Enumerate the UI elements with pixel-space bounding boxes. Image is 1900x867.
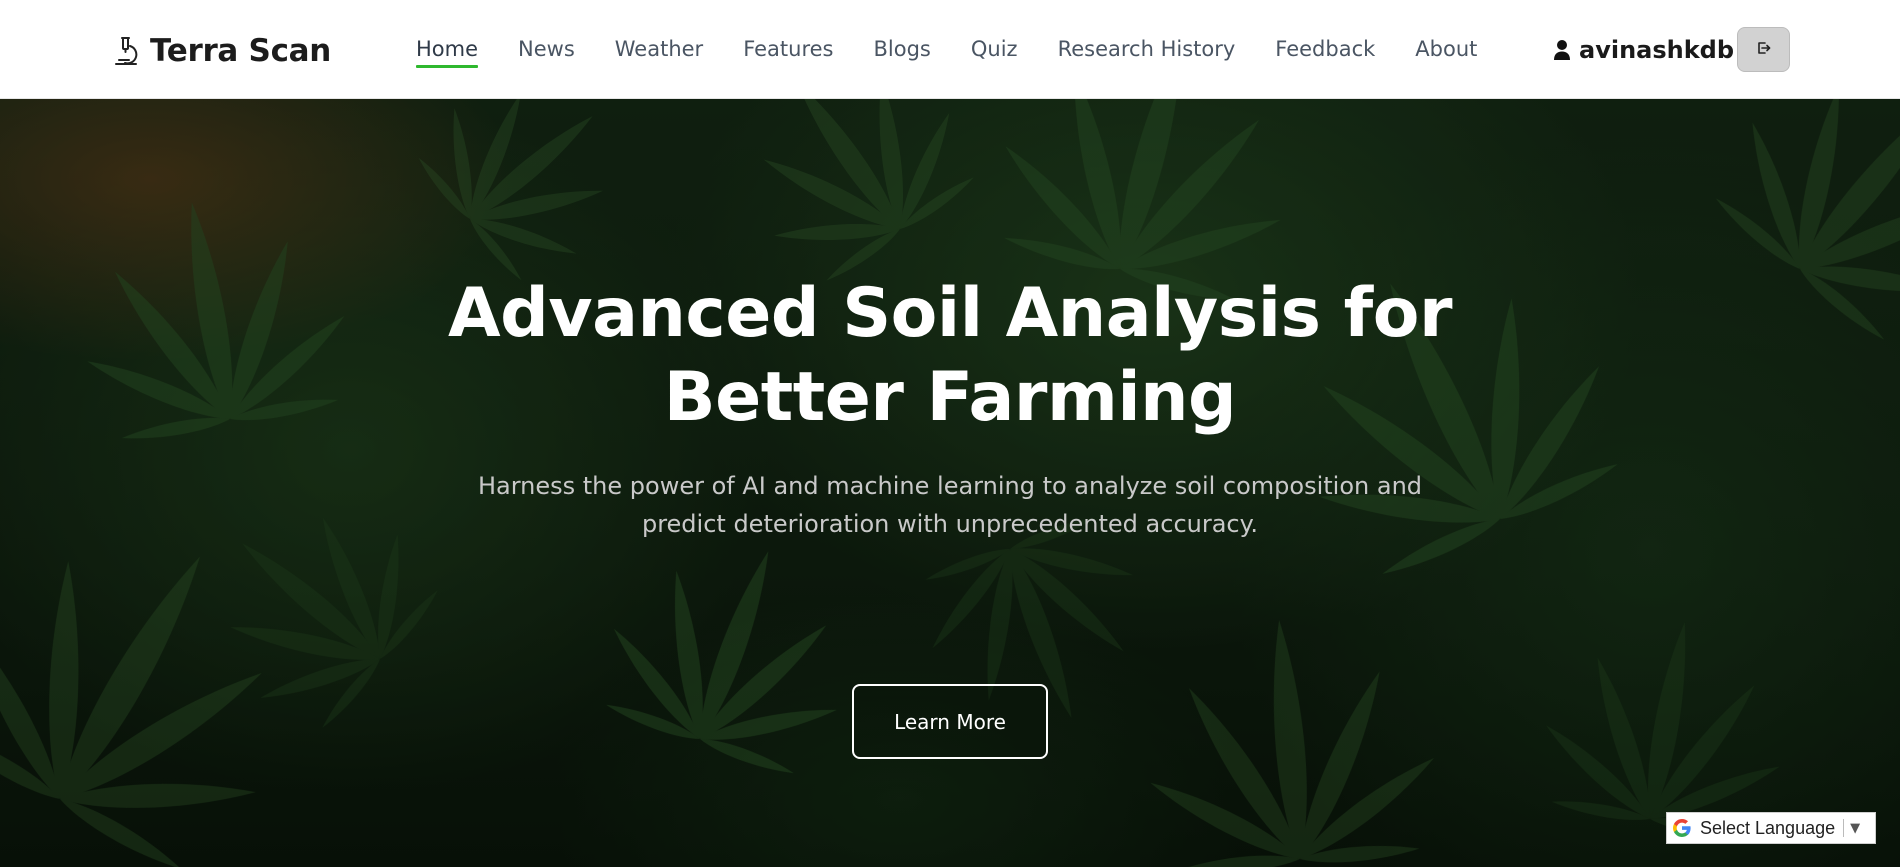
nav-weather[interactable]: Weather (615, 37, 703, 64)
user-icon (1553, 39, 1571, 61)
hero-title-line2: Better Farming (663, 358, 1237, 437)
language-selector[interactable]: Select Language ▼ (1666, 812, 1876, 844)
top-navbar: Terra Scan Home News Weather Features Bl… (0, 0, 1900, 99)
dropdown-caret-icon: ▼ (1850, 820, 1861, 836)
hero-title: Advanced Soil Analysis for Better Farmin… (350, 272, 1550, 440)
brand-name: Terra Scan (150, 33, 332, 69)
brand-logo-link[interactable]: Terra Scan (112, 30, 331, 72)
hero-subtitle: Harness the power of AI and machine lear… (440, 467, 1460, 543)
logout-icon (1757, 40, 1771, 59)
learn-more-button[interactable]: Learn More (852, 684, 1048, 759)
main-nav: Home News Weather Features Blogs Quiz Re… (416, 34, 1517, 68)
microscope-icon (112, 35, 140, 67)
nav-news[interactable]: News (518, 37, 575, 64)
hero-title-line1: Advanced Soil Analysis for (447, 274, 1453, 353)
user-profile[interactable]: avinashkdb (1553, 34, 1734, 66)
nav-blogs[interactable]: Blogs (873, 37, 930, 64)
nav-research-history[interactable]: Research History (1058, 37, 1236, 64)
nav-home[interactable]: Home (416, 37, 479, 68)
nav-feedback[interactable]: Feedback (1275, 37, 1375, 64)
nav-about[interactable]: About (1415, 37, 1477, 64)
hero-subtitle-line2: predict deterioration with unprecedented… (641, 510, 1259, 538)
language-selector-label: Select Language (1700, 817, 1836, 838)
language-selector-divider (1843, 819, 1845, 837)
nav-quiz[interactable]: Quiz (971, 37, 1018, 64)
nav-features[interactable]: Features (743, 37, 833, 64)
hero-subtitle-line1: Harness the power of AI and machine lear… (477, 472, 1423, 500)
google-g-icon (1671, 817, 1693, 839)
logout-button[interactable] (1737, 27, 1790, 72)
username: avinashkdb (1579, 36, 1735, 64)
